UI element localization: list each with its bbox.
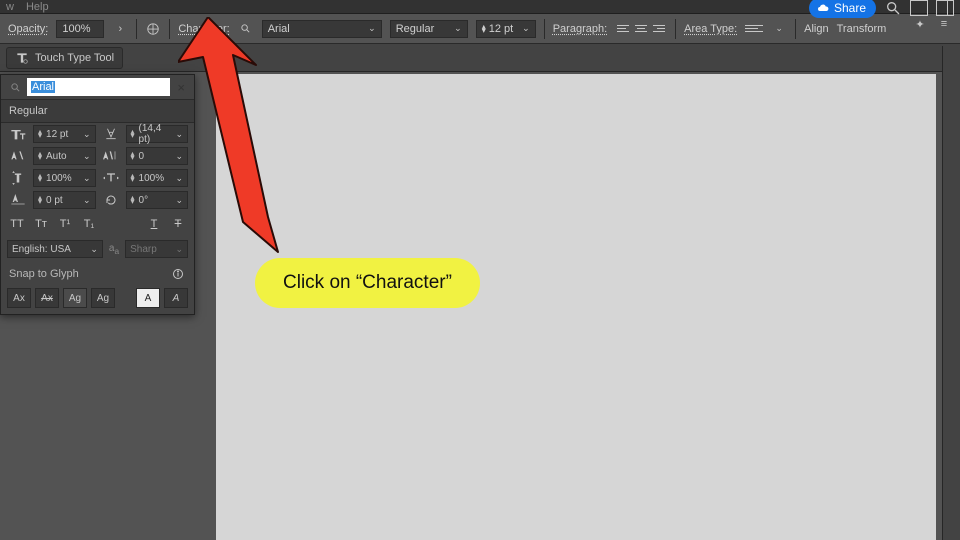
glyph-opt-5[interactable]: A [136,288,160,308]
glyph-opt-1[interactable]: Ax [7,288,31,308]
menu-window[interactable]: w [6,1,14,13]
share-label: Share [834,1,866,15]
separator [169,19,170,39]
workspace-icon[interactable] [910,0,928,16]
separator [675,19,676,39]
leading-icon [100,125,122,143]
touch-type-icon [15,51,29,65]
transform-link[interactable]: Transform [837,23,887,35]
font-size-field[interactable]: ▴▾12 pt⌄ [33,125,96,143]
leading-field[interactable]: ▴▾(14,4 pt)⌄ [126,125,189,143]
tracking-icon [100,147,122,165]
control-overflow: ✦ ≡ [912,16,952,32]
font-size-dropdown[interactable]: ▴▾12 pt⌄ [476,20,536,38]
area-type-chevron-icon[interactable]: ⌄ [771,21,787,37]
info-icon[interactable] [170,266,186,282]
snap-to-glyph-label: Snap to Glyph [9,268,79,280]
vscale-icon [7,169,29,187]
subscript-icon[interactable]: T₁ [79,215,99,233]
kerning-icon [7,147,29,165]
control-bar: Opacity: 100% › Character: Arial⌄ Regula… [0,14,960,44]
glyph-opt-2[interactable]: Ax [35,288,59,308]
recolor-icon[interactable] [145,21,161,37]
align-link[interactable]: Align [804,23,828,35]
font-style-dropdown[interactable]: Regular⌄ [390,20,468,38]
opacity-chevron-icon[interactable]: › [112,21,128,37]
paragraph-align-group [615,22,667,36]
opacity-label[interactable]: Opacity: [8,23,48,35]
tracking-field[interactable]: ▴▾0⌄ [126,147,189,165]
glyph-opt-4[interactable]: Ag [91,288,115,308]
font-style-row[interactable]: Regular [1,99,194,123]
arrange-docs-icon[interactable] [936,0,954,16]
font-search-value: Arial [31,81,55,93]
underline-icon[interactable]: T [144,215,164,233]
font-search-icon[interactable] [238,21,254,37]
touch-type-tool-button[interactable]: Touch Type Tool [6,47,123,69]
annotation-callout: Click on “Character” [255,258,480,308]
baseline-icon [7,191,29,209]
search-icon[interactable] [884,0,902,17]
align-center-icon[interactable] [633,22,649,36]
panel-search-icon[interactable] [7,79,23,95]
character-panel: Arial × Regular ▴▾12 pt⌄ ▴▾(14,4 pt)⌄ ▴▾… [0,74,195,315]
share-button[interactable]: Share [809,0,876,18]
antialias-dropdown[interactable]: Sharp⌄ [125,240,188,258]
vscale-field[interactable]: ▴▾100%⌄ [33,169,96,187]
area-type-icon[interactable] [745,22,763,36]
hscale-field[interactable]: ▴▾100%⌄ [126,169,189,187]
align-left-icon[interactable] [615,22,631,36]
pin-icon[interactable]: ✦ [912,16,928,32]
allcaps-icon[interactable]: TT [7,215,27,233]
top-right-cluster: Share [809,0,954,18]
menu-help[interactable]: Help [26,1,49,13]
touch-type-label: Touch Type Tool [35,52,114,64]
glyph-opt-3[interactable]: Ag [63,288,87,308]
smallcaps-icon[interactable]: Tᴛ [31,215,51,233]
annotation-text: Click on “Character” [283,272,452,293]
paragraph-label[interactable]: Paragraph: [553,23,607,35]
separator [544,19,545,39]
rotation-icon [100,191,122,209]
strikethrough-icon[interactable]: T [168,215,188,233]
clear-search-icon[interactable]: × [174,80,188,95]
panel-menu-icon[interactable]: ≡ [936,16,952,32]
cloud-icon [817,2,829,14]
text-format-row: TT Tᴛ T¹ T₁ T T [1,211,194,237]
rotation-field[interactable]: ▴▾0°⌄ [126,191,189,209]
character-label[interactable]: Character: [178,23,229,35]
snap-glyph-row: Ax Ax Ag Ag A A [1,284,194,314]
right-dock[interactable] [942,46,960,540]
separator [136,19,137,39]
font-size-icon [7,125,29,143]
glyph-opt-6[interactable]: A [164,288,188,308]
superscript-icon[interactable]: T¹ [55,215,75,233]
opacity-value[interactable]: 100% [56,20,104,38]
align-right-icon[interactable] [651,22,667,36]
aa-label: aa [109,243,119,256]
font-family-dropdown[interactable]: Arial⌄ [262,20,382,38]
sub-toolbar: Touch Type Tool [0,44,960,72]
font-search-input[interactable]: Arial [27,78,170,96]
language-dropdown[interactable]: English: USA⌄ [7,240,103,258]
baseline-field[interactable]: ▴▾0 pt⌄ [33,191,96,209]
kerning-field[interactable]: ▴▾Auto⌄ [33,147,96,165]
separator [795,19,796,39]
area-type-label[interactable]: Area Type: [684,23,737,35]
hscale-icon [100,169,122,187]
